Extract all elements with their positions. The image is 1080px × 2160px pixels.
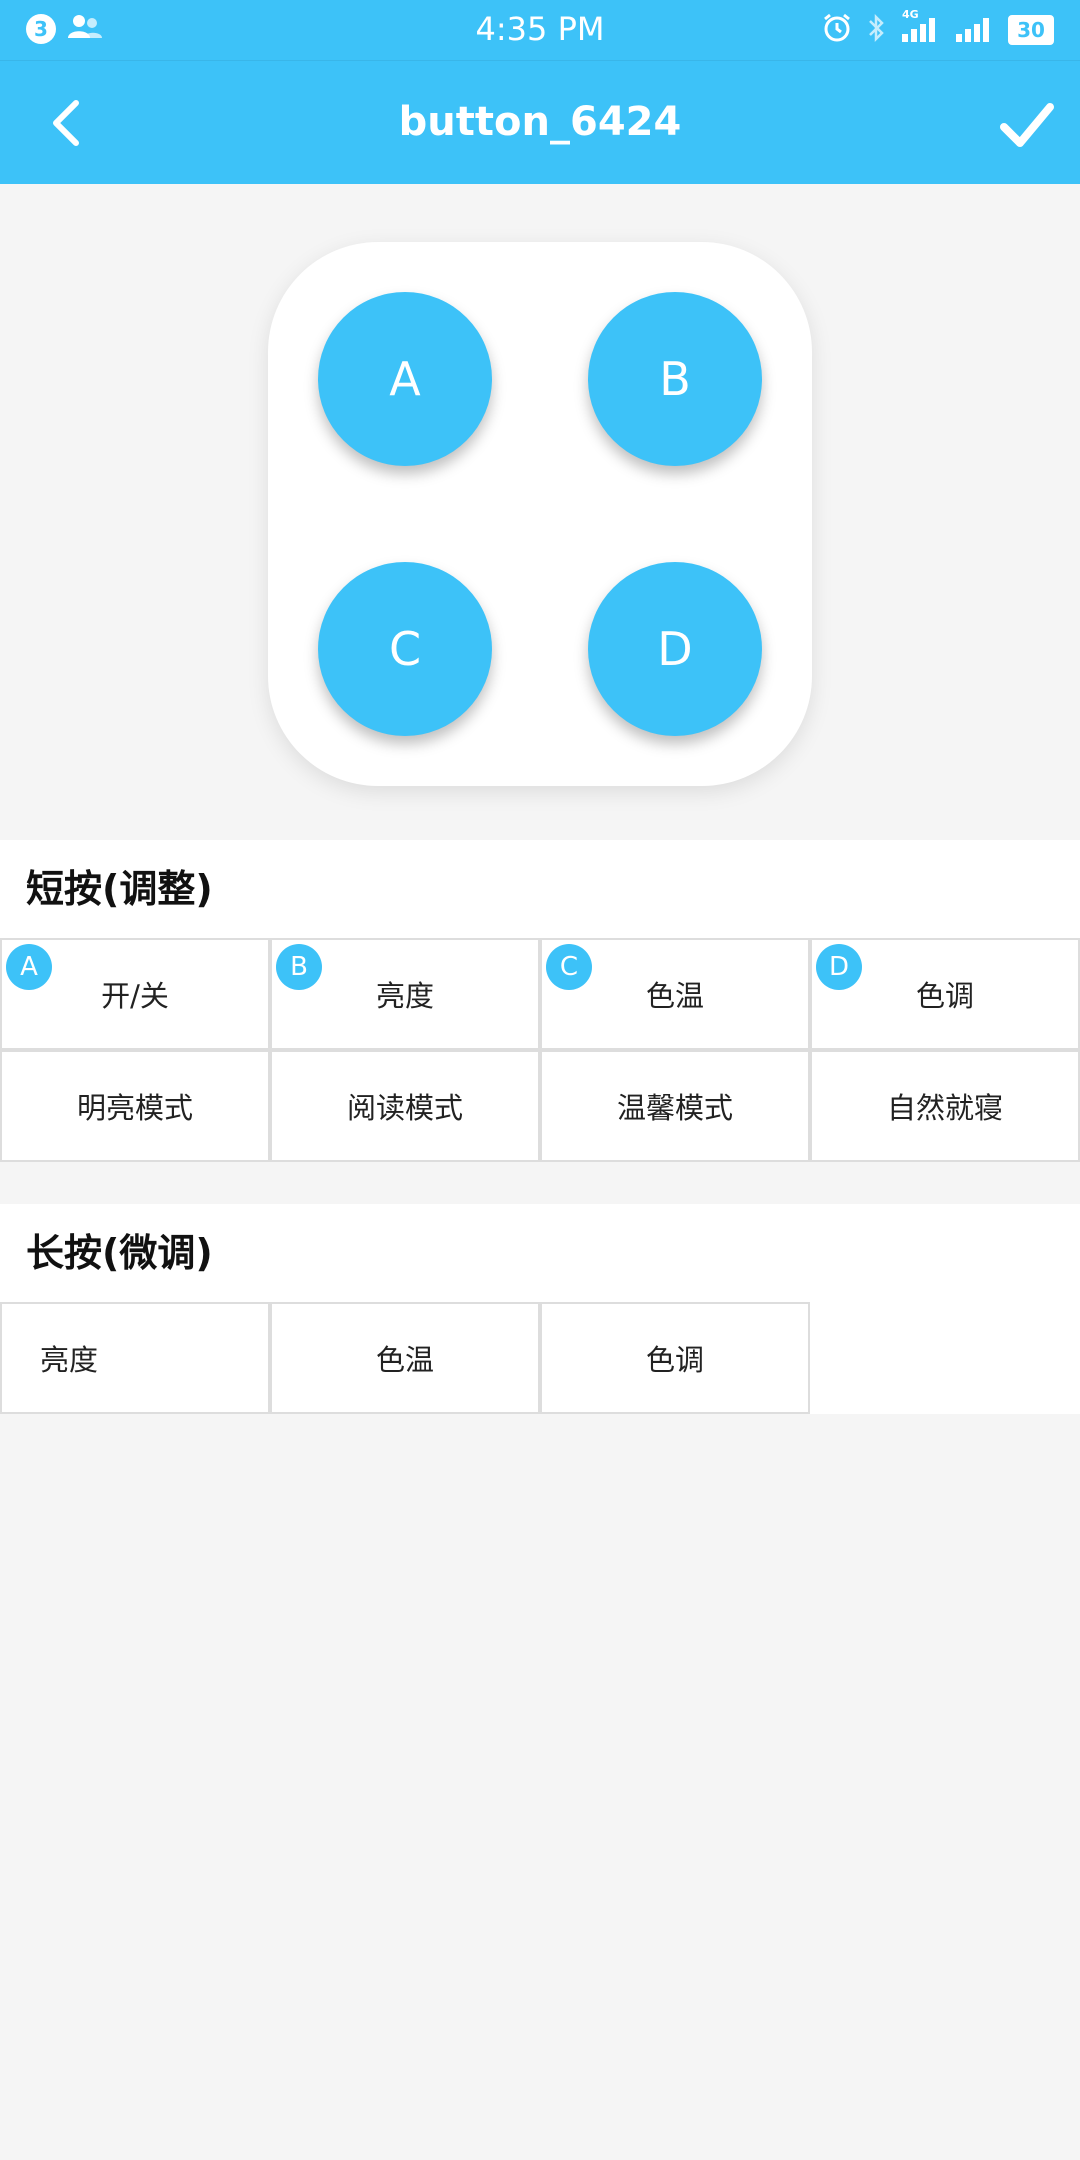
cell-badge: D [816,944,862,990]
long-press-cell-brightness[interactable]: 亮度 [0,1302,270,1414]
cell-label: 自然就寝 [886,1091,1003,1125]
short-press-cell-d[interactable]: D 色调 [810,938,1080,1050]
short-press-cell-warm-mode[interactable]: 温馨模式 [540,1050,810,1162]
cell-badge: A [6,944,52,990]
checkmark-icon [994,103,1058,161]
short-press-cell-a[interactable]: A 开/关 [0,938,270,1050]
cell-label: 色调 [915,979,974,1013]
remote-button-d[interactable]: D [588,562,762,736]
short-press-cell-bright-mode[interactable]: 明亮模式 [0,1050,270,1162]
signal-icon [954,14,994,46]
cell-label: 明亮模式 [76,1091,193,1125]
status-bar: 3 4:35 PM 4G 30 [0,0,1080,60]
network-label: 4G [902,8,919,21]
short-press-cell-sleep-mode[interactable]: 自然就寝 [810,1050,1080,1162]
short-press-cell-b[interactable]: B 亮度 [270,938,540,1050]
battery-indicator: 30 [1008,15,1054,45]
app-bar: button_6424 [0,60,1080,184]
long-press-cell-color-temp[interactable]: 色温 [270,1302,540,1414]
long-press-cell-empty [810,1302,1080,1414]
remote-button-c[interactable]: C [318,562,492,736]
cell-badge: C [546,944,592,990]
bluetooth-icon [866,13,886,47]
cell-label: 色温 [375,1343,434,1377]
alarm-icon [822,13,852,47]
long-press-title: 长按(微调) [0,1204,1080,1302]
cell-label: 色温 [645,979,704,1013]
long-press-cell-hue[interactable]: 色调 [540,1302,810,1414]
cell-label: 亮度 [40,1343,99,1377]
signal-4g-icon: 4G [900,8,940,46]
short-press-cell-reading-mode[interactable]: 阅读模式 [270,1050,540,1162]
page-title: button_6424 [398,99,682,145]
remote-button-b[interactable]: B [588,292,762,466]
cell-label: 色调 [645,1343,704,1377]
cell-label: 阅读模式 [346,1091,463,1125]
cell-label: 开/关 [101,979,169,1013]
remote-button-a[interactable]: A [318,292,492,466]
cell-label: 温馨模式 [616,1091,733,1125]
cell-badge: B [276,944,322,990]
short-press-cell-c[interactable]: C 色温 [540,938,810,1050]
remote-pad: A B C D [268,242,812,786]
short-press-title: 短按(调整) [0,840,1080,938]
confirm-button[interactable] [994,93,1058,157]
cell-label: 亮度 [375,979,434,1013]
status-right: 4G 30 [822,8,1054,47]
